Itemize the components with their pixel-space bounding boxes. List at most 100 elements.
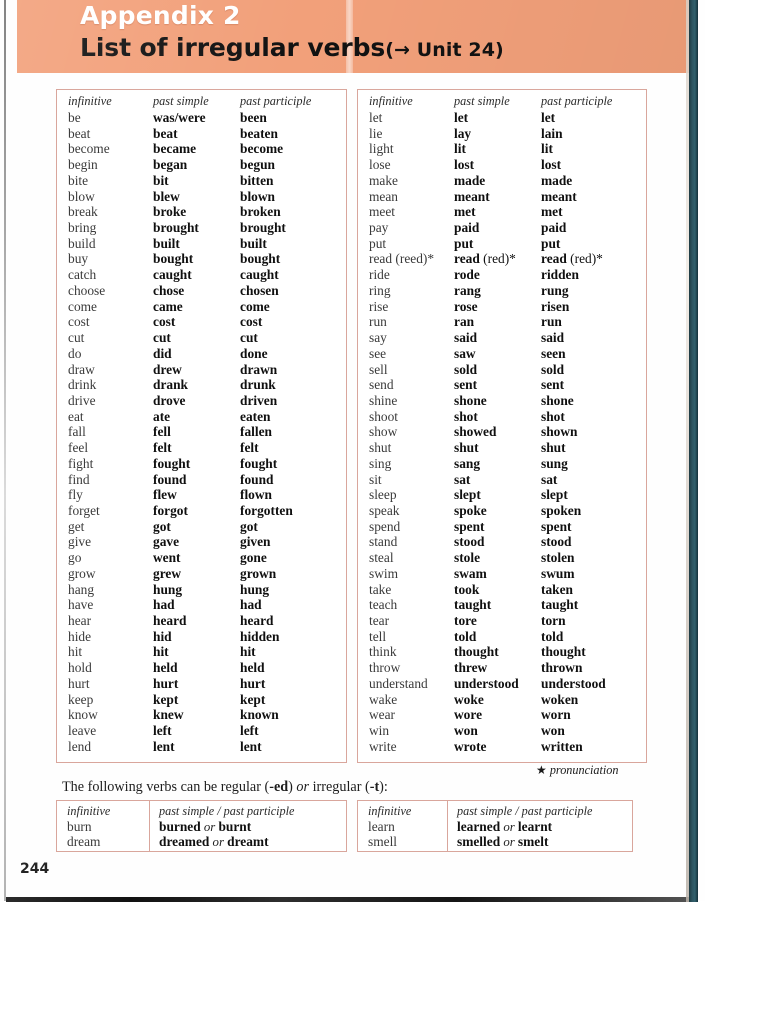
note-part-3: irregular ( [309, 779, 370, 795]
table-row: lend lent lent [57, 739, 346, 755]
verb-past-simple: wrote [454, 738, 487, 754]
table-row: beat beat beaten [57, 126, 346, 142]
table-row: fight fought fought [57, 456, 346, 472]
verb-infinitive: ride [369, 267, 390, 283]
verb-past-simple: cut [153, 330, 171, 346]
verb-past-simple: found [153, 471, 187, 487]
table-header-row: infinitive past simple past participle [57, 93, 346, 110]
verb-past-participle: woken [541, 691, 579, 707]
verb-past-simple: lent [153, 738, 175, 754]
verb-past-simple: paid [454, 220, 480, 236]
verb-infinitive: steal [369, 550, 394, 566]
regular-left-rows: infinitive past simple / past participle… [57, 801, 346, 850]
verb-past-simple: sang [454, 455, 481, 471]
table-row: draw drew drawn [57, 362, 346, 378]
verb-past-simple: rang [454, 282, 481, 298]
appendix-header-banner: Appendix 2 List of irregular verbs(→ Uni… [17, 0, 692, 73]
verb-past-participle: rung [541, 282, 569, 298]
verb-past-participle: known [240, 707, 279, 723]
table-row: write wrote written [358, 739, 646, 755]
verb-past-participle: taught [541, 597, 579, 613]
table-row: sit sat sat [358, 472, 646, 488]
verb-past-participle: thought [541, 644, 586, 660]
verb-past-participle: told [541, 628, 564, 644]
verb-past-participle: written [541, 738, 583, 754]
verb-past-participle: blown [240, 188, 275, 204]
verb-past-simple: heard [153, 613, 187, 628]
verb-past-simple: brought [153, 220, 199, 236]
verb-infinitive: feel [68, 440, 89, 456]
appendix-label: Appendix 2 [80, 1, 241, 30]
table-row: build built built [57, 236, 346, 252]
note-suffix-t: -t [369, 779, 380, 795]
verb-past-participle: met [541, 204, 563, 220]
verb-past-participle: forgotten [240, 502, 293, 518]
table-row: steal stole stolen [358, 550, 646, 566]
page-title-reference: (→ Unit 24) [385, 39, 504, 61]
table-row: teach taught taught [358, 597, 646, 613]
table-row: hang hung hung [57, 582, 346, 598]
verb-infinitive: tear [369, 613, 390, 628]
table-row: lose lost lost [358, 157, 646, 173]
verb-past-participle: said [541, 330, 565, 346]
table-row: sleep slept slept [358, 487, 646, 503]
book-spine [689, 0, 698, 902]
verb-infinitive: say [369, 330, 387, 346]
verb-infinitive: sleep [369, 487, 397, 503]
column-header-infinitive: infinitive [369, 94, 413, 108]
verb-infinitive: hear [68, 613, 92, 628]
table-row: drive drove driven [57, 393, 346, 409]
verb-past-simple: beat [153, 125, 178, 141]
verb-past-participle: heard [240, 613, 274, 628]
verb-past-participle: shot [541, 408, 565, 424]
verb-infinitive: begin [68, 157, 98, 173]
table-row: hold held held [57, 660, 346, 676]
verb-past-simple: caught [153, 267, 192, 283]
verb-infinitive: run [369, 314, 387, 330]
pronunciation-footnote-text: pronunciation [549, 763, 619, 777]
table-row: rise rose risen [358, 299, 646, 315]
verb-past-participle: drawn [240, 361, 278, 377]
verb-past-simple: flew [153, 487, 177, 503]
verb-past-simple: understood [454, 675, 519, 691]
verb-past-participle: lain [541, 125, 563, 141]
verb-past-participle: become [240, 141, 284, 157]
verb-past-simple: drank [153, 377, 188, 393]
table-row: see saw seen [358, 346, 646, 362]
table-row: buy bought bought [57, 251, 346, 267]
verb-infinitive: win [369, 723, 390, 739]
table-header-row: infinitive past simple / past participle [57, 803, 346, 819]
verb-past-simple: threw [454, 660, 488, 676]
verb-past-participle: broken [240, 204, 281, 220]
verb-past-simple: tore [454, 613, 477, 628]
verb-past-participle: fought [240, 455, 278, 471]
verb-past-simple: became [153, 141, 197, 157]
verb-past-participle: lost [541, 157, 562, 173]
verb-past-simple: met [454, 204, 476, 220]
verb-past-participle: sent [541, 377, 565, 393]
verb-infinitive: burn [67, 819, 92, 834]
table-row: mean meant meant [358, 189, 646, 205]
table-row: understand understood understood [358, 676, 646, 692]
verb-infinitive: shine [369, 392, 398, 408]
verb-infinitive: put [369, 235, 387, 251]
verb-infinitive: take [369, 581, 392, 597]
verb-past-simple: made [454, 172, 486, 188]
table-row: leave left left [57, 723, 346, 739]
verb-infinitive: bite [68, 172, 89, 188]
table-row: speak spoke spoken [358, 503, 646, 519]
table-row: bring brought brought [57, 220, 346, 236]
verb-past-participle: taken [541, 581, 573, 597]
table-left-rows: infinitive past simple past participle b… [57, 90, 346, 754]
verb-infinitive: understand [369, 675, 428, 691]
verb-past-participle: cost [240, 314, 263, 330]
table-row: send sent sent [358, 377, 646, 393]
verb-infinitive: hang [68, 581, 95, 597]
verb-past-participle: made [541, 172, 573, 188]
verb-infinitive: give [68, 534, 92, 550]
verb-past-participle: driven [240, 392, 278, 408]
pronunciation-footnote: ★ pronunciation [536, 763, 618, 778]
column-header-past-simple-participle: past simple / past participle [457, 804, 593, 818]
verb-past-simple: was/were [153, 110, 206, 125]
verb-infinitive: come [68, 298, 97, 314]
